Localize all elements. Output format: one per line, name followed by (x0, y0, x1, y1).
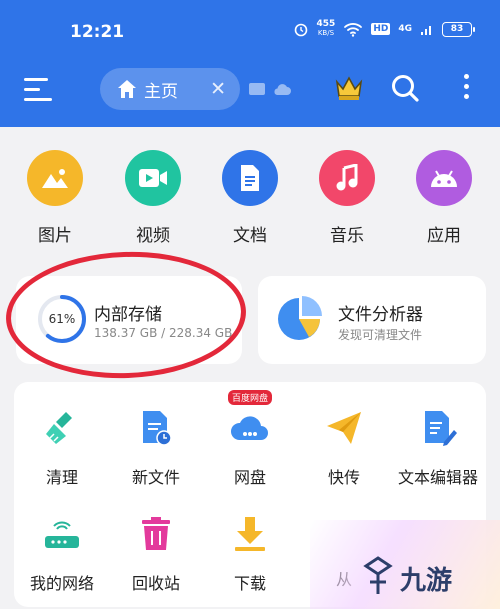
trash-icon (142, 517, 170, 550)
category-videos[interactable]: 视频 (113, 150, 193, 246)
tab-home[interactable]: 主页 ✕ (100, 68, 240, 110)
tool-label: 新文件 (131, 468, 180, 487)
tool-recycle-bin[interactable]: 回收站 (108, 514, 204, 594)
pie-chart-icon (278, 296, 322, 340)
app-header: 12:21 455 KB/S HD 4G 83 主页 ✕ (0, 0, 500, 127)
tool-label: 文本编辑器 (397, 468, 478, 487)
status-bar: 12:21 455 KB/S HD 4G 83 (0, 0, 500, 60)
close-icon[interactable]: ✕ (210, 78, 226, 100)
category-label: 音乐 (330, 226, 364, 246)
top-toolbar: 主页 ✕ (0, 60, 500, 120)
tool-quick-transfer[interactable]: 快传 (296, 408, 392, 488)
tool-new-file[interactable]: 新文件 (108, 408, 204, 488)
category-label: 文档 (233, 226, 267, 246)
image-icon (27, 150, 83, 206)
video-icon (125, 150, 181, 206)
category-images[interactable]: 图片 (15, 150, 95, 246)
broom-icon (46, 412, 72, 444)
category-label: 视频 (136, 226, 170, 246)
more-options-icon[interactable] (462, 74, 470, 104)
watermark-logo-icon (363, 556, 393, 594)
tool-my-network[interactable]: 我的网络 (14, 514, 110, 594)
baidu-pan-badge: 百度网盘 (228, 390, 273, 405)
home-icon (118, 80, 136, 98)
wifi-icon (344, 23, 363, 37)
tool-label: 网盘 (233, 468, 266, 487)
search-icon[interactable] (390, 73, 420, 103)
hd-badge: HD (371, 23, 391, 35)
tool-text-editor[interactable]: 文本编辑器 (390, 408, 486, 488)
document-icon (222, 150, 278, 206)
cloud-drive-icon (230, 416, 268, 440)
tool-clean[interactable]: 清理 (14, 408, 110, 488)
music-icon (319, 150, 375, 206)
storage-usage: 138.37 GB / 228.34 GB (94, 326, 233, 340)
signal-bars-icon (421, 26, 431, 35)
tool-download[interactable]: 下载 (202, 514, 298, 594)
category-row: 图片 视频 文档 音乐 应用 (0, 150, 500, 250)
tool-label: 下载 (233, 574, 266, 593)
tool-label: 清理 (45, 468, 78, 487)
signal-label: 4G (398, 24, 412, 34)
tab-extras[interactable] (248, 82, 292, 96)
tool-label: 快传 (327, 468, 360, 487)
category-label: 图片 (38, 226, 72, 246)
download-icon (235, 517, 265, 551)
tool-label: 我的网络 (29, 574, 94, 593)
internal-storage-card[interactable]: 61% 内部存储 138.37 GB / 228.34 GB (16, 276, 242, 364)
new-file-icon (143, 411, 172, 446)
category-documents[interactable]: 文档 (210, 150, 290, 246)
tab-home-label: 主页 (144, 81, 178, 102)
net-speed: 455 KB/S (316, 19, 336, 38)
file-analyzer-card[interactable]: 文件分析器 发现可清理文件 (258, 276, 486, 364)
alarm-icon (294, 23, 307, 37)
tool-label: 回收站 (131, 574, 180, 593)
storage-percent: 61% (48, 312, 76, 326)
tool-cloud-drive[interactable]: 网盘 (202, 408, 298, 488)
battery-indicator: 83 (442, 21, 475, 37)
android-icon (416, 150, 472, 206)
status-time: 12:21 (70, 22, 125, 42)
analyzer-subtitle: 发现可清理文件 (338, 328, 423, 342)
paper-plane-icon (327, 412, 361, 444)
router-icon (45, 521, 79, 548)
crown-icon[interactable] (334, 74, 364, 102)
menu-icon[interactable] (24, 78, 52, 102)
status-icons: 455 KB/S HD 4G 83 (293, 19, 475, 38)
analyzer-title: 文件分析器 (338, 305, 423, 325)
cloud-icon (274, 84, 291, 95)
text-editor-icon (425, 411, 457, 446)
window-icon (249, 83, 265, 95)
storage-title: 内部存储 (94, 305, 162, 325)
category-music[interactable]: 音乐 (307, 150, 387, 246)
category-label: 应用 (427, 226, 461, 246)
category-apps[interactable]: 应用 (404, 150, 484, 246)
watermark-text: 九游 (400, 566, 453, 596)
